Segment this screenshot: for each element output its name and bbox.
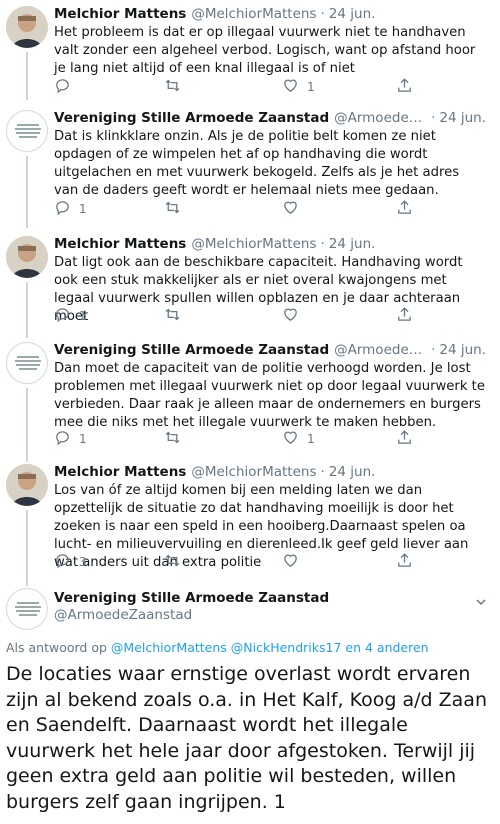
author-handle[interactable]: @ArmoedeZaanstad	[54, 607, 486, 624]
retweet-icon	[164, 306, 181, 326]
reply-button[interactable]: 1	[54, 200, 87, 218]
retweet-button[interactable]	[164, 78, 189, 96]
retweet-icon	[164, 429, 181, 449]
author-name[interactable]: Melchior Mattens	[54, 236, 186, 253]
avatar[interactable]	[6, 588, 48, 630]
like-button[interactable]: 1	[282, 430, 315, 448]
share-button[interactable]	[396, 553, 413, 571]
tweet-text: Het probleem is dat er op illegaal vuurw…	[54, 25, 476, 76]
tweet-date[interactable]: 24 jun.	[439, 110, 486, 127]
reply-context: Als antwoord op @MelchiorMattens @NickHe…	[6, 640, 429, 655]
reply-icon	[54, 199, 71, 219]
author-name[interactable]: Melchior Mattens	[54, 6, 186, 23]
tweet-date[interactable]: 24 jun.	[329, 464, 376, 481]
avatar[interactable]	[6, 110, 48, 152]
reply-button[interactable]: 3	[54, 553, 87, 571]
retweet-button[interactable]	[164, 200, 189, 218]
tweet-text: Dat is klinkklare onzin. Als je de polit…	[54, 129, 460, 198]
heart-icon	[282, 429, 299, 449]
reply-icon	[54, 552, 71, 572]
retweet-icon	[164, 77, 181, 97]
chevron-down-icon[interactable]	[476, 592, 486, 606]
reply-icon	[54, 429, 71, 449]
reply-button[interactable]: 1	[54, 430, 87, 448]
reply-button[interactable]: 1	[54, 307, 87, 325]
like-button[interactable]	[282, 553, 307, 571]
avatar[interactable]	[6, 236, 48, 278]
heart-icon	[282, 552, 299, 572]
heart-icon	[282, 306, 299, 326]
share-button[interactable]	[396, 200, 413, 218]
author-handle[interactable]: @MelchiorMattens	[191, 464, 316, 481]
share-button[interactable]	[396, 78, 413, 96]
author-handle[interactable]: @MelchiorMattens	[191, 236, 316, 253]
author-handle[interactable]: @ArmoedeZaanst...	[334, 110, 427, 127]
author-handle[interactable]: @ArmoedeZaanst...	[334, 342, 427, 359]
retweet-button[interactable]	[164, 430, 189, 448]
tweet-date[interactable]: 24 jun.	[439, 342, 486, 359]
tweet-date[interactable]: 24 jun.	[329, 6, 376, 23]
tweet-text: Dan moet de capaciteit van de politie ve…	[54, 361, 485, 430]
share-icon	[396, 77, 413, 97]
heart-icon	[282, 77, 299, 97]
avatar[interactable]	[6, 342, 48, 384]
share-icon	[396, 306, 413, 326]
tweet-date[interactable]: 24 jun.	[329, 236, 376, 253]
retweet-icon	[164, 199, 181, 219]
retweet-button[interactable]	[164, 307, 189, 325]
author-handle[interactable]: @MelchiorMattens	[191, 6, 316, 23]
heart-icon	[282, 199, 299, 219]
author-name[interactable]: Vereniging Stille Armoede Zaanstad	[54, 590, 486, 607]
retweet-button[interactable]	[164, 553, 189, 571]
reply-icon	[54, 77, 71, 97]
share-button[interactable]	[396, 430, 413, 448]
reply-icon	[54, 306, 71, 326]
like-button[interactable]	[282, 307, 307, 325]
retweet-icon	[164, 552, 181, 572]
avatar[interactable]	[6, 464, 48, 506]
like-button[interactable]	[282, 200, 307, 218]
share-icon	[396, 199, 413, 219]
share-button[interactable]	[396, 307, 413, 325]
reply-mentions-link[interactable]: @MelchiorMattens @NickHendriks17	[111, 640, 342, 655]
author-name[interactable]: Vereniging Stille Armoede Zaanstad	[54, 342, 329, 359]
author-name[interactable]: Melchior Mattens	[54, 464, 186, 481]
author-name[interactable]: Vereniging Stille Armoede Zaanstad	[54, 110, 329, 127]
share-icon	[396, 552, 413, 572]
like-button[interactable]: 1	[282, 78, 315, 96]
avatar[interactable]	[6, 6, 48, 48]
reply-others-link[interactable]: en 4 anderen	[345, 640, 428, 655]
share-icon	[396, 429, 413, 449]
reply-button[interactable]	[54, 78, 79, 96]
focus-tweet-text: De locaties waar ernstige overlast wordt…	[6, 663, 487, 813]
